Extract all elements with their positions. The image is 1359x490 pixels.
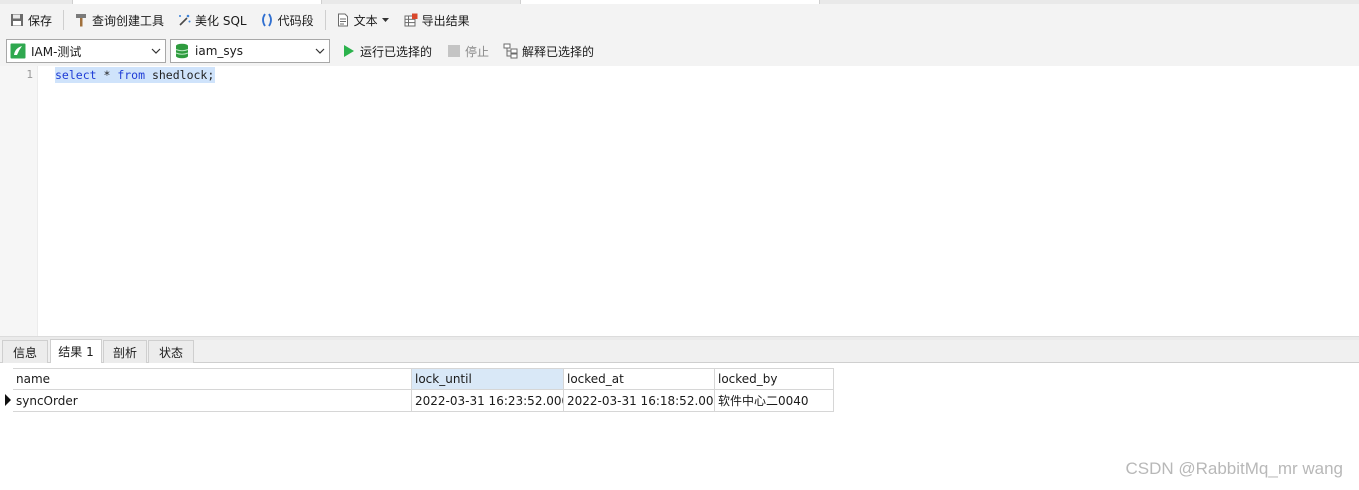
beautify-sql-button[interactable]: 美化 SQL [173,7,250,33]
tab-info[interactable]: 信息 [2,340,48,363]
code-snippet-label: 代码段 [277,13,314,28]
line-number: 1 [26,68,33,81]
column-header-locked-by[interactable]: locked_by [715,368,834,390]
tab-result-1[interactable]: 结果 1 [50,339,102,363]
save-button[interactable]: 保存 [6,7,55,33]
export-grid-icon [403,12,419,28]
connection-select[interactable]: IAM-测试 [6,39,166,63]
chevron-down-icon [151,45,161,57]
hammer-icon [73,12,89,28]
save-label: 保存 [28,13,53,28]
toolbar-separator [324,10,326,30]
sql-keyword-from: from [117,68,146,82]
run-selected-button[interactable]: 运行已选择的 [338,39,435,63]
tab-label: 结果 1 [58,345,94,359]
run-selected-label: 运行已选择的 [360,44,433,59]
tab-status[interactable]: 状态 [148,340,194,363]
column-header-label: lock_until [415,372,472,386]
table-cell[interactable]: 软件中心二0040 [715,390,834,412]
cell-value: 软件中心二0040 [718,394,809,408]
column-header-lock-until[interactable]: lock_until [412,368,564,390]
cell-value: 2022-03-31 16:18:52.004 [567,393,715,408]
table-cell[interactable]: 2022-03-31 16:23:52.000 [412,390,564,412]
column-header-locked-at[interactable]: locked_at [564,368,715,390]
stop-button[interactable]: 停止 [443,39,492,63]
sql-star: * [96,68,118,82]
document-icon [335,12,351,28]
tab-profile[interactable]: 剖析 [103,340,147,363]
cell-value: syncOrder [16,393,78,408]
query-builder-button[interactable]: 查询创建工具 [70,7,167,33]
column-header-name[interactable]: name [13,368,412,390]
connection-icon [10,43,26,59]
export-results-button[interactable]: 导出结果 [400,7,473,33]
column-header-label: locked_at [567,372,624,386]
tab-label: 状态 [158,345,183,360]
watermark-text: CSDN @RabbitMq_mr wang [1125,459,1343,478]
toolbar-separator [63,10,65,30]
table-cell[interactable]: 2022-03-31 16:18:52.004 [564,390,715,412]
text-output-button[interactable]: 文本 [332,7,394,33]
parentheses-icon [259,12,275,28]
column-header-label: name [16,372,51,386]
chevron-down-icon [315,45,325,57]
sql-keyword-select: select [55,68,97,82]
sql-table-name: shedlock; [145,68,215,82]
connection-value: IAM-测试 [31,44,82,59]
save-icon [9,12,25,28]
main-toolbar: 保存 查询创建工具 美化 SQL 代码段 文本 导出结果 [0,4,1359,36]
current-row-indicator-icon [3,393,13,407]
explain-tree-icon [503,43,519,59]
tab-label: 信息 [12,345,37,360]
cell-value: 2022-03-31 16:23:52.000 [415,393,564,408]
sql-editor[interactable]: 1 select * from shedlock; [0,66,1359,336]
table-cell[interactable]: syncOrder [13,390,412,412]
play-icon [341,43,357,59]
explain-selected-label: 解释已选择的 [522,44,595,59]
column-header-label: locked_by [718,372,778,386]
explain-selected-button[interactable]: 解释已选择的 [500,39,597,63]
connection-toolbar: IAM-测试 iam_sys 运行已选择的 停止 解释已选择的 [0,36,1359,66]
dropdown-caret-icon[interactable] [381,12,391,28]
tab-label: 剖析 [112,345,137,360]
export-results-label: 导出结果 [421,13,470,28]
database-value: iam_sys [195,44,243,58]
stop-icon [446,43,462,59]
magic-wand-icon [176,12,192,28]
database-icon [174,43,190,59]
query-builder-label: 查询创建工具 [92,13,165,28]
code-line[interactable]: select * from shedlock; [55,67,216,83]
code-snippet-button[interactable]: 代码段 [256,7,317,33]
text-output-label: 文本 [353,13,378,28]
line-number-gutter: 1 [0,66,38,336]
beautify-sql-label: 美化 SQL [195,13,247,28]
database-select[interactable]: iam_sys [170,39,330,63]
result-tabs: 信息 结果 1 剖析 状态 [0,339,1359,363]
stop-label: 停止 [465,44,490,59]
